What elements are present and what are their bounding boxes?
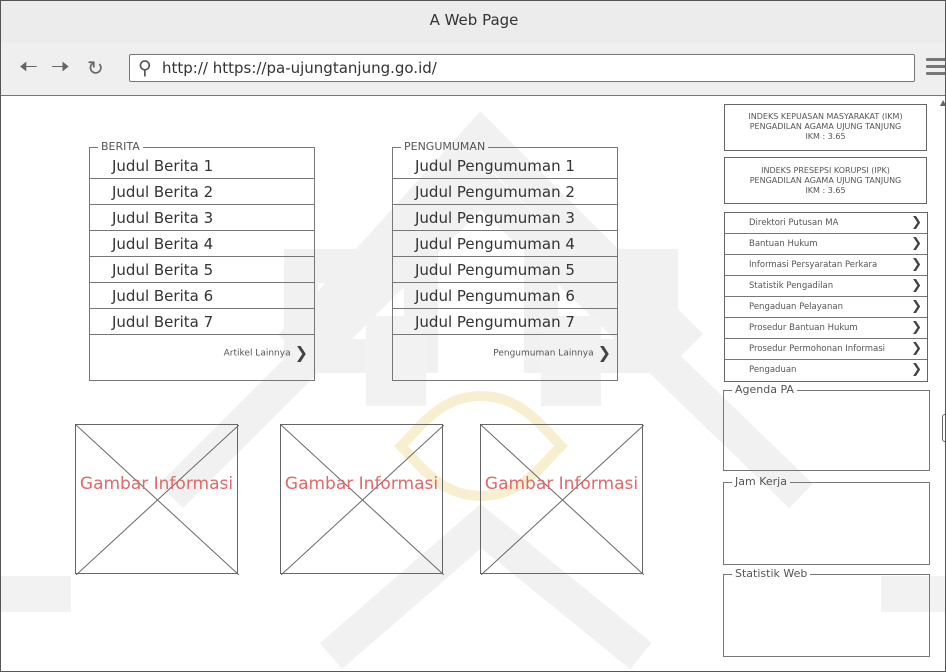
sidebar-link-pengaduan[interactable]: Pengaduan ❯ [725, 360, 927, 381]
pengumuman-item-5[interactable]: Judul Pengumuman 5 [393, 257, 617, 283]
pengumuman-item-7[interactable]: Judul Pengumuman 7 [393, 309, 617, 335]
chevron-right-icon: ❯ [911, 341, 922, 356]
statistik-web-panel: Statistik Web [723, 568, 930, 657]
sidebar-links: Direktori Putusan MA ❯ Bantuan Hukum ❯ Inf… [724, 212, 928, 382]
sidebar-link-permohonan-informasi[interactable]: Prosedur Permohonan Informasi ❯ [725, 339, 927, 360]
pengumuman-item-6[interactable]: Judul Pengumuman 6 [393, 283, 617, 309]
berita-more-link[interactable]: Artikel Lainnya ❯ [90, 335, 314, 371]
forward-arrow-icon[interactable]: 🠢 [51, 55, 70, 81]
chevron-right-icon: ❯ [911, 362, 922, 377]
title-bar: A Web Page [1, 1, 945, 44]
pengumuman-panel: PENGUMUMAN Judul Pengumuman 1 Judul Peng… [392, 141, 618, 381]
pengumuman-more-label: Pengumuman Lainnya [493, 348, 594, 359]
pengumuman-item-4[interactable]: Judul Pengumuman 4 [393, 231, 617, 257]
sidebar-link-pengaduan-pelayanan[interactable]: Pengaduan Pelayanan ❯ [725, 297, 927, 318]
ikm-index-box: INDEKS KEPUASAN MASYARAKAT (IKM) PENGADI… [724, 104, 927, 151]
menu-icon[interactable] [926, 58, 945, 79]
ipk-line-2: PENGADILAN AGAMA UJUNG TANJUNG [749, 176, 902, 185]
scroll-up-arrow-icon[interactable]: ▲ [940, 98, 945, 107]
navigation-bar: 🠠 🠢 ↻ ⚲ http:// https://pa-ujungtanjung.… [1, 43, 945, 96]
berita-item-7[interactable]: Judul Berita 7 [90, 309, 314, 335]
search-icon: ⚲ [138, 57, 152, 79]
ikm-line-1: INDEKS KEPUASAN MASYARAKAT (IKM) [748, 112, 903, 121]
address-url: http:// https://pa-ujungtanjung.go.id/ [162, 59, 437, 77]
berita-panel: BERITA Judul Berita 1 Judul Berita 2 Jud… [89, 141, 315, 381]
berita-item-4[interactable]: Judul Berita 4 [90, 231, 314, 257]
sidebar-link-label: Direktori Putusan MA [749, 218, 839, 228]
chevron-right-icon: ❯ [294, 343, 308, 362]
berita-legend: BERITA [101, 140, 140, 153]
browser-window: A Web Page 🠠 🠢 ↻ ⚲ http:// https://pa-uj… [0, 0, 946, 672]
info-image-label: Gambar Informasi [79, 474, 234, 494]
sidebar-link-persyaratan-perkara[interactable]: Informasi Persyaratan Perkara ❯ [725, 255, 927, 276]
sidebar-link-statistik-pengadilan[interactable]: Statistik Pengadilan ❯ [725, 276, 927, 297]
ipk-index-box: INDEKS PRESEPSI KORUPSI (IPK) PENGADILAN… [724, 157, 927, 204]
chevron-right-icon: ❯ [911, 236, 922, 251]
reload-icon[interactable]: ↻ [87, 55, 104, 81]
chevron-right-icon: ❯ [911, 215, 922, 230]
info-image-1[interactable]: Gambar Informasi [75, 424, 239, 575]
image-placeholder-icon [281, 425, 444, 575]
sidebar-link-label: Pengaduan Pelayanan [749, 302, 843, 312]
image-placeholder-icon [76, 425, 239, 575]
sidebar-link-label: Informasi Persyaratan Perkara [749, 260, 878, 270]
page-content: ▲ BERITA Judul Berita 1 Judul Berita 2 J… [1, 96, 945, 671]
sidebar-link-label: Pengaduan [749, 365, 797, 375]
chevron-right-icon: ❯ [597, 343, 611, 362]
ikm-line-3: IKM : 3.65 [805, 132, 846, 141]
pengumuman-item-2[interactable]: Judul Pengumuman 2 [393, 179, 617, 205]
chevron-right-icon: ❯ [911, 299, 922, 314]
berita-item-2[interactable]: Judul Berita 2 [90, 179, 314, 205]
berita-item-1[interactable]: Judul Berita 1 [90, 153, 314, 179]
pengumuman-item-1[interactable]: Judul Pengumuman 1 [393, 153, 617, 179]
ikm-line-2: PENGADILAN AGAMA UJUNG TANJUNG [749, 122, 902, 131]
pengumuman-more-link[interactable]: Pengumuman Lainnya ❯ [393, 335, 617, 371]
info-image-label: Gambar Informasi [284, 474, 439, 494]
jam-kerja-panel: Jam Kerja [723, 476, 930, 565]
berita-item-3[interactable]: Judul Berita 3 [90, 205, 314, 231]
scrollbar-thumb[interactable] [942, 414, 945, 442]
window-title: A Web Page [429, 11, 519, 29]
sidebar-link-label: Prosedur Bantuan Hukum [749, 323, 858, 333]
ipk-line-3: IKM : 3.65 [805, 186, 846, 195]
back-arrow-icon[interactable]: 🠠 [19, 55, 38, 81]
sidebar-link-label: Statistik Pengadilan [749, 281, 834, 291]
agenda-legend: Agenda PA [735, 383, 794, 396]
info-image-2[interactable]: Gambar Informasi [280, 424, 444, 575]
pengumuman-item-3[interactable]: Judul Pengumuman 3 [393, 205, 617, 231]
pengumuman-legend: PENGUMUMAN [404, 140, 486, 153]
sidebar-link-label: Prosedur Permohonan Informasi [749, 344, 885, 354]
address-bar[interactable]: ⚲ http:// https://pa-ujungtanjung.go.id/ [129, 54, 915, 82]
image-placeholder-icon [481, 425, 644, 575]
agenda-panel: Agenda PA [723, 384, 930, 471]
pengumuman-list: Judul Pengumuman 1 Judul Pengumuman 2 Ju… [393, 153, 617, 371]
ipk-line-1: INDEKS PRESEPSI KORUPSI (IPK) [761, 166, 890, 175]
berita-more-label: Artikel Lainnya [223, 348, 291, 359]
jam-kerja-legend: Jam Kerja [735, 475, 787, 488]
berita-item-6[interactable]: Judul Berita 6 [90, 283, 314, 309]
statistik-web-legend: Statistik Web [735, 567, 808, 580]
chevron-right-icon: ❯ [911, 278, 922, 293]
sidebar-link-direktori-putusan[interactable]: Direktori Putusan MA ❯ [725, 213, 927, 234]
berita-item-5[interactable]: Judul Berita 5 [90, 257, 314, 283]
info-image-3[interactable]: Gambar Informasi [480, 424, 644, 575]
sidebar-link-label: Bantuan Hukum [749, 239, 818, 249]
berita-list: Judul Berita 1 Judul Berita 2 Judul Beri… [90, 153, 314, 371]
sidebar-link-bantuan-hukum[interactable]: Bantuan Hukum ❯ [725, 234, 927, 255]
chevron-right-icon: ❯ [911, 320, 922, 335]
sidebar-link-prosedur-bantuan-hukum[interactable]: Prosedur Bantuan Hukum ❯ [725, 318, 927, 339]
info-image-label: Gambar Informasi [484, 474, 639, 494]
chevron-right-icon: ❯ [911, 257, 922, 272]
